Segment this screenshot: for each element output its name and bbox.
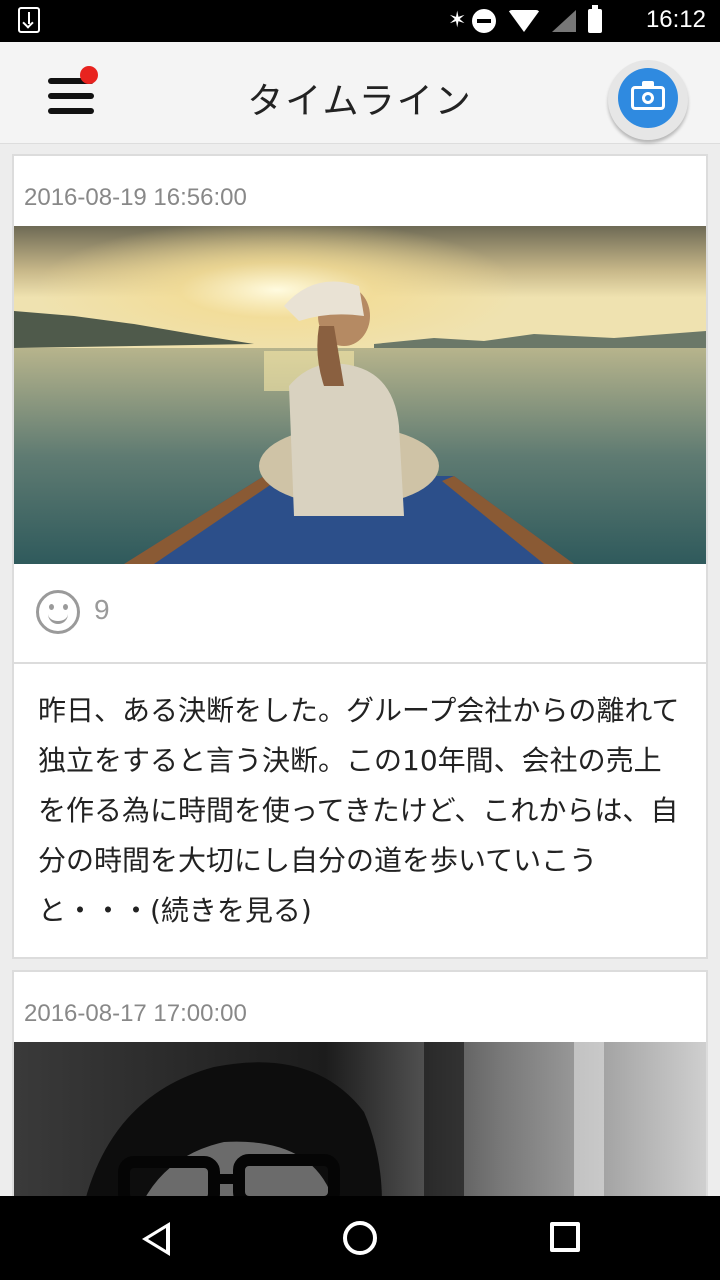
like-count: 9 bbox=[94, 594, 110, 625]
back-triangle-icon[interactable] bbox=[142, 1222, 170, 1256]
post-text[interactable]: 昨日、ある決断をした。グループ会社からの離れて独立をすると言う決断。この10年間… bbox=[38, 686, 688, 936]
signal-icon bbox=[552, 10, 576, 32]
reaction-row: 9 bbox=[14, 564, 706, 662]
camera-lens bbox=[642, 92, 654, 104]
status-bar: ✶ 16:12 bbox=[0, 0, 720, 42]
bluetooth-icon: ✶ bbox=[448, 8, 467, 33]
wifi-icon bbox=[508, 10, 540, 32]
woman-on-boat-photo bbox=[14, 226, 706, 564]
camera-button[interactable] bbox=[608, 60, 688, 140]
post-photo[interactable] bbox=[14, 226, 706, 564]
status-time: 16:12 bbox=[645, 6, 706, 33]
post-date: 2016-08-17 17:00:00 bbox=[24, 1000, 247, 1027]
download-notification-icon bbox=[18, 7, 40, 33]
post-date: 2016-08-19 16:56:00 bbox=[24, 184, 247, 211]
status-icons: ✶ bbox=[448, 5, 602, 34]
navigation-bar bbox=[0, 1196, 720, 1280]
home-circle-icon[interactable] bbox=[343, 1221, 377, 1255]
divider bbox=[14, 662, 706, 664]
battery-icon bbox=[588, 5, 602, 33]
recent-apps-square-icon[interactable] bbox=[550, 1222, 580, 1252]
smile-icon[interactable] bbox=[36, 590, 80, 634]
do-not-disturb-icon bbox=[472, 9, 496, 33]
app-bar: タイムライン bbox=[0, 42, 720, 144]
camera-button-circle bbox=[618, 68, 678, 128]
timeline-post[interactable]: 2016-08-19 16:56:00 9 昨日、ある決断をした。グループ会社か… bbox=[12, 154, 708, 959]
camera-icon bbox=[631, 81, 665, 110]
